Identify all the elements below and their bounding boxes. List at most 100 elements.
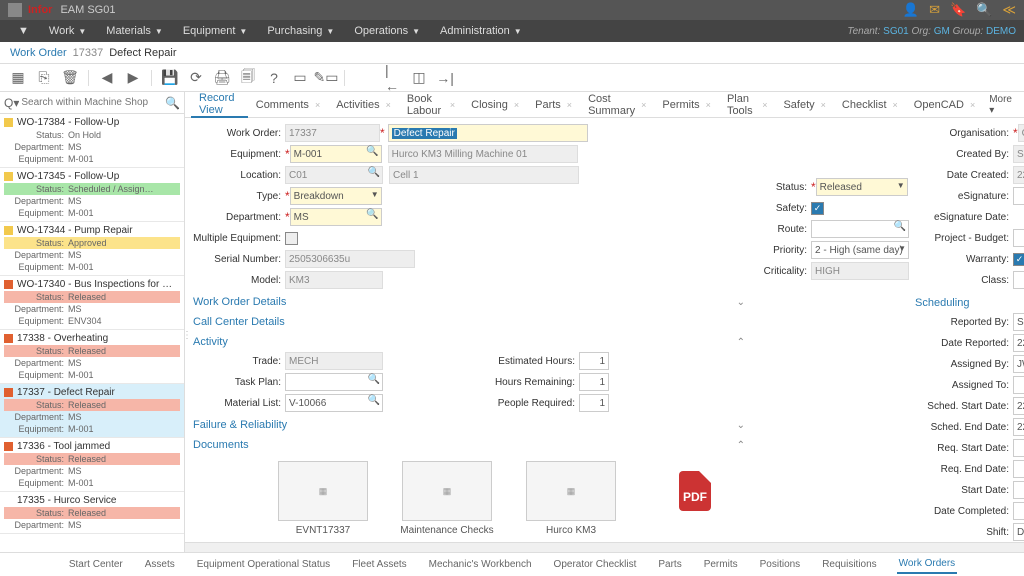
wo-item[interactable]: 17335 - Hurco ServiceStatus:ReleasedDepa… (0, 492, 184, 534)
tab-comments[interactable]: Comments× (248, 92, 328, 118)
panel-first-icon[interactable]: |← (385, 70, 401, 86)
section-sched[interactable]: Scheduling⌃ (915, 293, 1024, 313)
lookup-icon[interactable]: 🔍 (368, 374, 380, 385)
save-icon[interactable]: 💾 (162, 70, 178, 86)
fld-taskplan[interactable]: 🔍 (285, 373, 383, 391)
h-scrollbar[interactable] (185, 542, 1024, 552)
lookup-icon[interactable]: 🔍 (368, 167, 380, 178)
fld-department[interactable]: MS🔍 (290, 208, 382, 226)
book-icon[interactable]: ▭ (292, 70, 308, 86)
fld-priority[interactable]: 2 - High (same day)▼ (811, 241, 909, 259)
new-icon[interactable]: ▦ (10, 70, 26, 86)
fld-type[interactable]: Breakdown▼ (290, 187, 382, 205)
document-thumb[interactable]: ▦Hurco KM3 (521, 461, 621, 536)
bottom-parts[interactable]: Parts (656, 556, 683, 573)
fld-send[interactable]: 22-FEB-2017📅 (1013, 418, 1024, 436)
fld-route[interactable]: 🔍 (811, 220, 909, 238)
tab-plan-tools[interactable]: Plan Tools× (719, 92, 776, 118)
bottom-requisitions[interactable]: Requisitions (820, 556, 878, 573)
tab-record-view[interactable]: Record View (191, 92, 248, 118)
fld-hoursrem[interactable]: 1 (579, 373, 609, 391)
mail-icon[interactable]: ✉ (929, 2, 940, 18)
tab-safety[interactable]: Safety× (775, 92, 833, 118)
fld-class[interactable]: 🔍 (1013, 271, 1024, 289)
prev-icon[interactable]: ◀ (99, 70, 115, 86)
chk-multequip[interactable] (285, 232, 298, 245)
chevron-down-icon[interactable]: ▼ (897, 181, 905, 190)
menu-dropdown-icon[interactable]: ▼ (8, 25, 39, 37)
section-ccd[interactable]: Call Center Details (193, 312, 745, 332)
chevron-down-icon[interactable]: ▼ (371, 190, 379, 199)
tab-permits[interactable]: Permits× (654, 92, 719, 118)
drag-handle-icon[interactable]: ⋮ (185, 330, 192, 341)
close-icon[interactable]: × (450, 100, 455, 110)
bottom-positions[interactable]: Positions (758, 556, 803, 573)
delete-icon[interactable]: 🗑 (62, 70, 78, 86)
bottom-mechanic-s-workbench[interactable]: Mechanic's Workbench (427, 556, 534, 573)
wo-item[interactable]: 17336 - Tool jammedStatus:ReleasedDepart… (0, 438, 184, 492)
fld-reportedby[interactable]: SHANE🔍 (1013, 313, 1024, 331)
tabs-more[interactable]: More ▾ (983, 94, 1018, 116)
search-icon[interactable]: 🔍 (976, 2, 992, 18)
fld-status[interactable]: Released▼ (816, 178, 908, 196)
section-wod[interactable]: Work Order Details⌄ (193, 292, 745, 312)
close-icon[interactable]: × (315, 100, 320, 110)
help-icon[interactable]: ? (266, 70, 282, 86)
fld-assignedto[interactable]: 🔍 (1013, 376, 1024, 394)
section-fr[interactable]: Failure & Reliability⌄ (193, 415, 745, 435)
tab-parts[interactable]: Parts× (527, 92, 580, 118)
chk-safety[interactable]: ✓ (811, 202, 824, 215)
fld-startdate[interactable]: 📅 (1013, 481, 1024, 499)
close-icon[interactable]: × (706, 100, 711, 110)
wo-item[interactable]: WO-17340 - Bus Inspections for …Status:R… (0, 276, 184, 330)
fld-rstart[interactable]: 📅 (1013, 439, 1024, 457)
menu-materials[interactable]: Materials ▼ (96, 25, 173, 37)
wo-item[interactable]: 17337 - Defect RepairStatus:ReleasedDepa… (0, 384, 184, 438)
report-icon[interactable]: 🗐 (240, 70, 256, 86)
close-icon[interactable]: × (641, 100, 646, 110)
chevron-down-icon[interactable]: ▼ (898, 244, 906, 253)
search-go-icon[interactable]: 🔍 (165, 96, 180, 110)
menu-work[interactable]: Work ▼ (39, 25, 96, 37)
bottom-start-center[interactable]: Start Center (67, 556, 125, 573)
panel-last-icon[interactable]: →| (437, 70, 453, 86)
fld-matlist[interactable]: V-10066🔍 (285, 394, 383, 412)
document-thumb[interactable]: ▦Maintenance Checks (397, 461, 497, 536)
lookup-icon[interactable]: 🔍 (366, 209, 378, 220)
fld-esig[interactable]: ✎ (1013, 187, 1024, 205)
fld-rend[interactable]: 📅 (1013, 460, 1024, 478)
wo-item[interactable]: WO-17384 - Follow-UpStatus:On HoldDepart… (0, 114, 184, 168)
section-docs[interactable]: Documents⌃ (193, 435, 745, 455)
tab-closing[interactable]: Closing× (463, 92, 527, 118)
chk-warranty[interactable]: ✓ (1013, 253, 1024, 266)
close-icon[interactable]: × (821, 100, 826, 110)
tab-checklist[interactable]: Checklist× (834, 92, 906, 118)
close-icon[interactable]: × (893, 100, 898, 110)
document-thumb[interactable]: ▦EVNT17337 (273, 461, 373, 536)
fld-workorder-name[interactable]: Defect Repair (388, 124, 588, 142)
bottom-assets[interactable]: Assets (143, 556, 177, 573)
search-input[interactable] (19, 95, 165, 110)
user-icon[interactable]: 👤 (903, 2, 919, 18)
bottom-work-orders[interactable]: Work Orders (897, 555, 958, 574)
next-icon[interactable]: ▶ (125, 70, 141, 86)
menu-administration[interactable]: Administration ▼ (430, 25, 532, 37)
fld-sstart[interactable]: 22-FEB-2017📅 (1013, 397, 1024, 415)
search-filter-icon[interactable]: Q▾ (4, 96, 19, 110)
apps-icon[interactable] (8, 3, 22, 17)
fld-shift[interactable]: DS🔍 (1013, 523, 1024, 541)
lookup-icon[interactable]: 🔍 (368, 395, 380, 406)
fld-peoplereq[interactable]: 1 (579, 394, 609, 412)
close-icon[interactable]: × (514, 100, 519, 110)
fld-datereported[interactable]: 22-FEB-2017 14:41📅 (1013, 334, 1024, 352)
tab-opencad[interactable]: OpenCAD× (906, 92, 983, 118)
wo-item[interactable]: 17338 - OverheatingStatus:ReleasedDepart… (0, 330, 184, 384)
wo-item[interactable]: WO-17345 - Follow-UpStatus:Scheduled / A… (0, 168, 184, 222)
bookmark-icon[interactable]: 🔖 (950, 2, 966, 18)
tab-cost-summary[interactable]: Cost Summary× (580, 92, 654, 118)
print-icon[interactable]: 🖨 (214, 70, 230, 86)
panel-split-icon[interactable]: ◫ (411, 70, 427, 86)
menu-equipment[interactable]: Equipment ▼ (173, 25, 258, 37)
document-thumb[interactable]: PDF (645, 461, 745, 536)
lookup-icon[interactable]: 🔍 (366, 146, 378, 157)
